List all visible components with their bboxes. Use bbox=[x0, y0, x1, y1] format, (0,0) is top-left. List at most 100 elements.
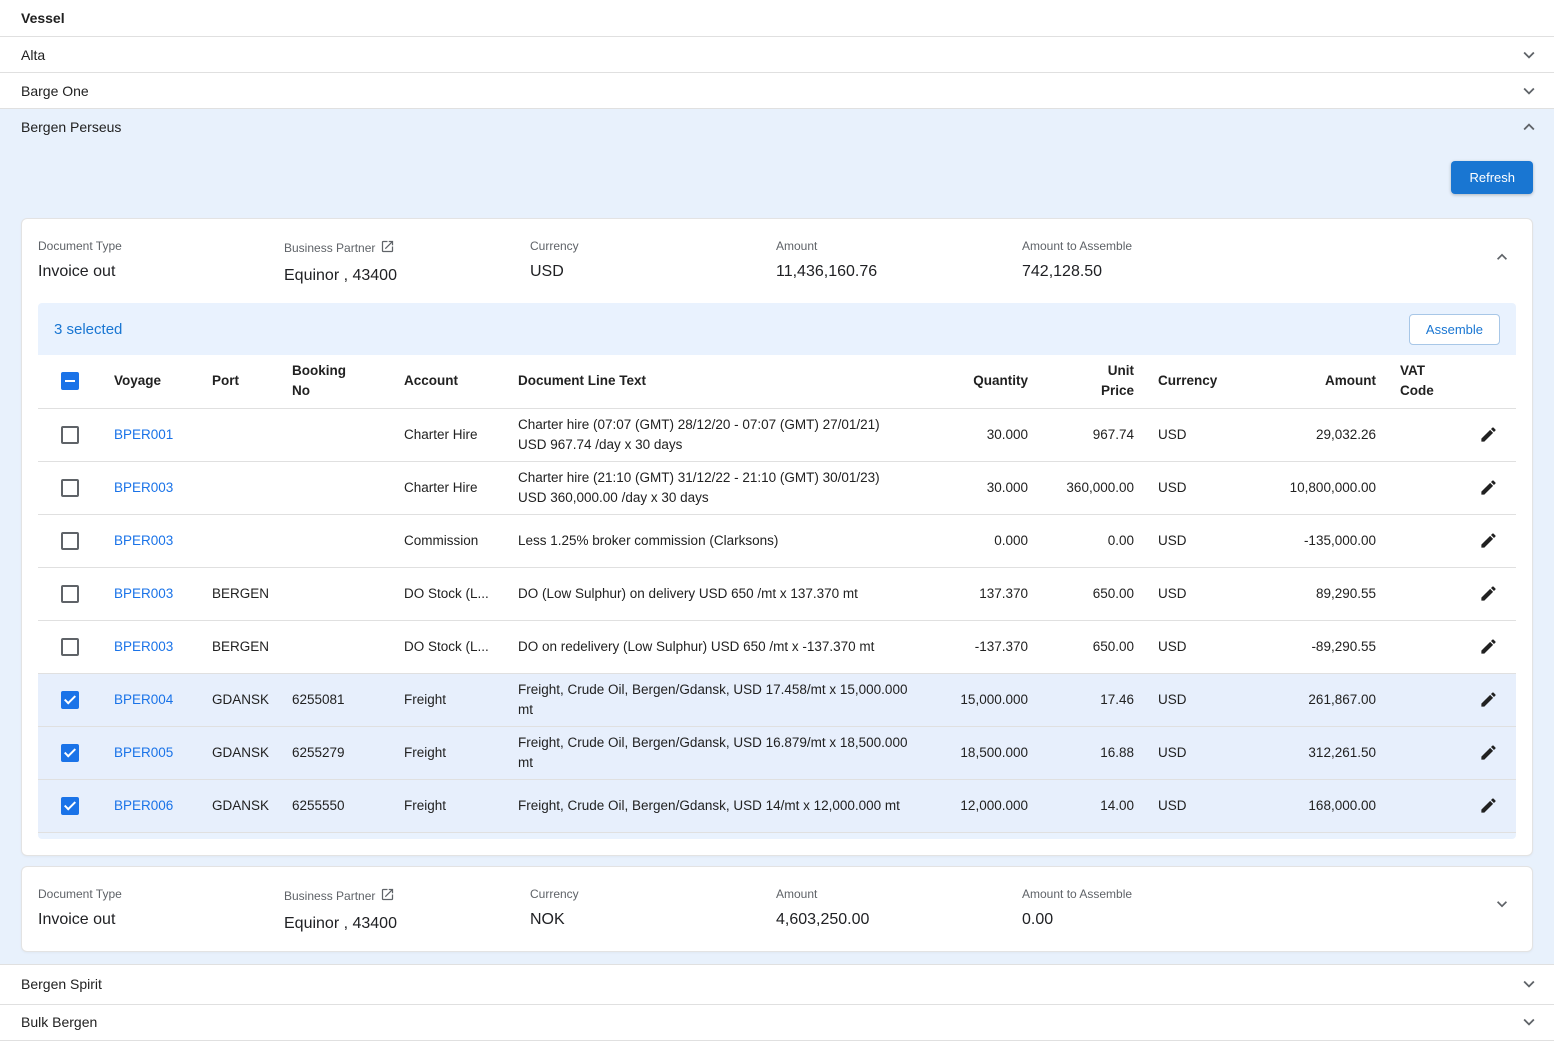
line-text-cell: Charter hire (07:07 (GMT) 28/12/20 - 07:… bbox=[506, 409, 922, 460]
amount-cell: 261,867.00 bbox=[1230, 686, 1388, 713]
edit-icon[interactable] bbox=[1479, 531, 1498, 550]
edit-icon[interactable] bbox=[1479, 478, 1498, 497]
accordion-item-alta[interactable]: Alta bbox=[0, 37, 1554, 73]
unit-price-cell: 360,000.00 bbox=[1040, 474, 1146, 501]
field-currency: Currency USD bbox=[530, 233, 776, 281]
amount-cell: -89,290.55 bbox=[1230, 633, 1388, 660]
col-currency: Currency bbox=[1146, 365, 1230, 397]
voyage-link[interactable]: BPER003 bbox=[114, 586, 173, 601]
booking-no-cell: 6255550 bbox=[280, 792, 392, 819]
voyage-link[interactable]: BPER004 bbox=[114, 692, 173, 707]
document-card-usd: Document Type Invoice out Business Partn… bbox=[21, 218, 1533, 856]
accordion-label: Bergen Perseus bbox=[21, 119, 121, 135]
refresh-button[interactable]: Refresh bbox=[1451, 161, 1533, 194]
field-amount: Amount 4,603,250.00 bbox=[776, 881, 1022, 929]
voyage-link[interactable]: BPER003 bbox=[114, 639, 173, 654]
edit-icon[interactable] bbox=[1479, 796, 1498, 815]
voyage-link[interactable]: BPER006 bbox=[114, 798, 173, 813]
accordion-section-bergen-perseus: Bergen Perseus Refresh Document Type Inv… bbox=[0, 109, 1554, 965]
open-in-new-icon[interactable] bbox=[380, 887, 395, 905]
line-text-cell: Freight, Crude Oil, Bergen/Gdansk, USD 1… bbox=[506, 790, 922, 822]
port-cell: GDANSK bbox=[200, 739, 280, 766]
currency-label: Currency bbox=[530, 239, 776, 253]
voyage-cell: BPER003 bbox=[102, 633, 200, 660]
accordion-label: Alta bbox=[21, 47, 45, 63]
row-checkbox[interactable] bbox=[61, 691, 79, 709]
voyage-cell: BPER003 bbox=[102, 580, 200, 607]
row-checkbox[interactable] bbox=[61, 479, 79, 497]
account-cell: DO Stock (L... bbox=[392, 633, 506, 660]
edit-cell bbox=[1460, 525, 1516, 556]
accordion-item-bergen-perseus[interactable]: Bergen Perseus bbox=[0, 109, 1554, 145]
document-card-nok: Document Type Invoice out Business Partn… bbox=[21, 866, 1533, 952]
unit-price-cell: 650.00 bbox=[1040, 580, 1146, 607]
booking-no-cell bbox=[280, 535, 392, 547]
collapse-card-toggle[interactable] bbox=[1488, 243, 1516, 276]
col-vat-code: VAT Code bbox=[1388, 355, 1460, 408]
vat-code-cell bbox=[1388, 588, 1460, 600]
expand-card-toggle[interactable] bbox=[1488, 890, 1516, 923]
row-checkbox[interactable] bbox=[61, 638, 79, 656]
assemble-button[interactable]: Assemble bbox=[1409, 314, 1500, 345]
document-header-fields: Document Type Invoice out Business Partn… bbox=[38, 233, 1516, 285]
quantity-cell: -137.370 bbox=[922, 633, 1040, 660]
vat-code-cell bbox=[1388, 747, 1460, 759]
accordion-label: Barge One bbox=[21, 83, 89, 99]
edit-icon[interactable] bbox=[1479, 584, 1498, 603]
accordion-label: Bulk Bergen bbox=[21, 1014, 97, 1030]
account-cell: Freight bbox=[392, 686, 506, 713]
field-amount: Amount 11,436,160.76 bbox=[776, 233, 1022, 281]
select-all-cell bbox=[38, 366, 102, 396]
edit-cell bbox=[1460, 790, 1516, 821]
edit-icon[interactable] bbox=[1479, 425, 1498, 444]
amount-label: Amount bbox=[776, 239, 1022, 253]
booking-no-cell bbox=[280, 588, 392, 600]
edit-icon[interactable] bbox=[1479, 637, 1498, 656]
col-voyage: Voyage bbox=[102, 365, 200, 397]
line-selection-panel: 3 selected Assemble Voyage Port Booking … bbox=[38, 303, 1516, 839]
open-in-new-icon[interactable] bbox=[380, 239, 395, 257]
checkbox-cell bbox=[38, 685, 102, 715]
row-checkbox[interactable] bbox=[61, 426, 79, 444]
checkbox-cell bbox=[38, 473, 102, 503]
booking-no-cell bbox=[280, 641, 392, 653]
voyage-link[interactable]: BPER003 bbox=[114, 533, 173, 548]
field-amount-to-assemble: Amount to Assemble 0.00 bbox=[1022, 881, 1322, 929]
currency-cell: USD bbox=[1146, 421, 1230, 448]
amount-to-assemble-value: 0.00 bbox=[1022, 911, 1322, 929]
voyage-link[interactable]: BPER001 bbox=[114, 427, 173, 442]
edit-icon[interactable] bbox=[1479, 743, 1498, 762]
col-quantity: Quantity bbox=[922, 365, 1040, 397]
row-checkbox[interactable] bbox=[61, 532, 79, 550]
checkbox-cell bbox=[38, 420, 102, 450]
currency-cell: USD bbox=[1146, 474, 1230, 501]
line-text-cell: Less 1.25% broker commission (Clarksons) bbox=[506, 525, 922, 557]
currency-cell: USD bbox=[1146, 527, 1230, 554]
checkbox-cell bbox=[38, 791, 102, 821]
line-text-cell: Freight, Crude Oil, Bergen/Gdansk, USD 1… bbox=[506, 674, 922, 725]
select-all-checkbox[interactable] bbox=[61, 372, 79, 390]
chevron-up-icon bbox=[1518, 116, 1540, 138]
booking-no-cell bbox=[280, 429, 392, 441]
accordion-item-bergen-spirit[interactable]: Bergen Spirit bbox=[0, 965, 1554, 1005]
row-checkbox[interactable] bbox=[61, 744, 79, 762]
chevron-down-icon bbox=[1518, 1011, 1540, 1033]
amount-cell: 10,800,000.00 bbox=[1230, 474, 1388, 501]
table-row: BPER004GDANSK6255081FreightFreight, Crud… bbox=[38, 674, 1516, 727]
vat-code-cell bbox=[1388, 641, 1460, 653]
amount-value: 11,436,160.76 bbox=[776, 263, 1022, 281]
field-business-partner: Business Partner Equinor , 43400 bbox=[284, 881, 530, 933]
row-checkbox[interactable] bbox=[61, 585, 79, 603]
document-header-fields: Document Type Invoice out Business Partn… bbox=[38, 881, 1516, 933]
row-checkbox[interactable] bbox=[61, 797, 79, 815]
edit-icon[interactable] bbox=[1479, 690, 1498, 709]
voyage-link[interactable]: BPER003 bbox=[114, 480, 173, 495]
accordion-label: Bergen Spirit bbox=[21, 976, 102, 992]
accordion-item-bulk-bergen[interactable]: Bulk Bergen bbox=[0, 1005, 1554, 1041]
accordion-item-barge-one[interactable]: Barge One bbox=[0, 73, 1554, 109]
unit-price-cell: 650.00 bbox=[1040, 633, 1146, 660]
field-amount-to-assemble: Amount to Assemble 742,128.50 bbox=[1022, 233, 1322, 281]
voyage-link[interactable]: BPER005 bbox=[114, 745, 173, 760]
port-cell bbox=[200, 429, 280, 441]
table-body: BPER001Charter HireCharter hire (07:07 (… bbox=[38, 409, 1516, 833]
